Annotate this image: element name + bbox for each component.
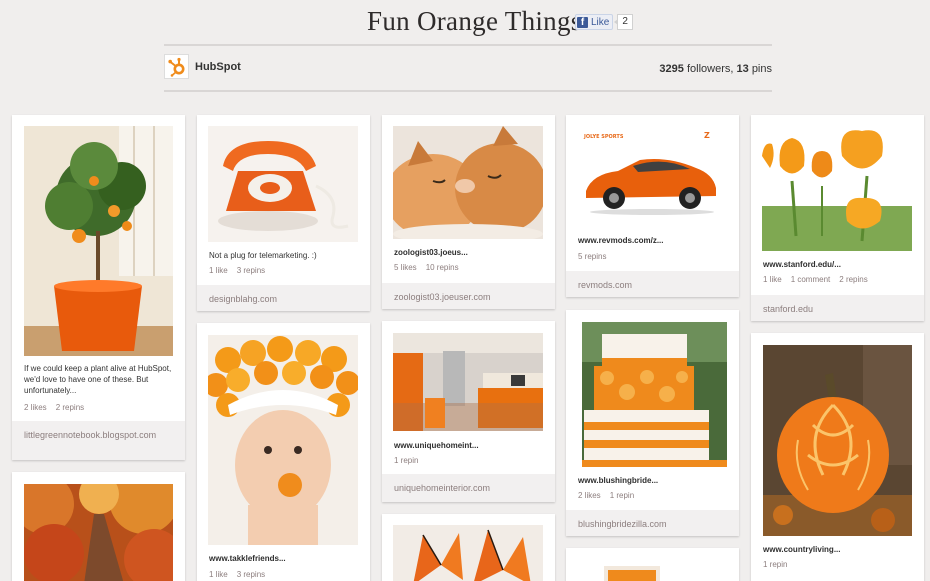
- pins-count: 13: [736, 63, 749, 75]
- comment-count: 1 comment: [790, 275, 831, 284]
- facebook-like-widget: f Like 2: [575, 14, 633, 30]
- repin-count: 2 repins: [55, 403, 85, 412]
- pin-description: www.stanford.edu/...: [763, 260, 841, 269]
- orange-tulips-image[interactable]: [762, 126, 912, 251]
- divider: [164, 90, 772, 92]
- pin-stats: 1 repin: [394, 456, 418, 465]
- pin-description: www.countryliving...: [763, 545, 841, 554]
- like-count: 1 like: [763, 275, 782, 284]
- pin-card[interactable]: JOLYE SPORTS Z www.revmods.com/z... 5 re…: [566, 115, 739, 297]
- pin-source[interactable]: zoologist03.joeuser.com: [382, 283, 555, 309]
- pin-card[interactable]: www.takklefriends... 1 like 3 repins: [197, 323, 370, 581]
- repin-count: 3 repins: [236, 266, 266, 275]
- like-label: Like: [591, 16, 610, 28]
- orange-object-image[interactable]: [604, 566, 660, 581]
- pin-card[interactable]: zoologist03.joeus... 5 likes 10 repins zo…: [382, 115, 555, 309]
- pin-source[interactable]: stanford.edu: [751, 295, 924, 321]
- board-owner[interactable]: HubSpot: [164, 54, 241, 79]
- repin-count: 1 repin: [394, 456, 419, 465]
- pin-description: Not a plug for telemarketing. :): [209, 251, 317, 260]
- pin-card[interactable]: [12, 472, 185, 581]
- pin-description: www.takklefriends...: [209, 554, 286, 563]
- orange-tree-image[interactable]: [24, 126, 173, 356]
- pin-stats: 1 repin: [763, 560, 787, 569]
- facebook-icon: f: [577, 16, 588, 28]
- pin-card[interactable]: www.stanford.edu/... 1 like 1 comment 2 re…: [751, 115, 924, 321]
- repin-count: 10 repins: [425, 263, 459, 272]
- baby-oranges-image[interactable]: [208, 335, 358, 545]
- like-count: 1 like: [209, 266, 228, 275]
- repin-count: 1 repin: [609, 491, 635, 500]
- autumn-path-image[interactable]: [24, 484, 173, 581]
- pin-stats: 2 likes 1 repin: [578, 491, 634, 500]
- followers-count: 3295: [659, 63, 684, 75]
- carved-pumpkin-image[interactable]: [763, 345, 912, 536]
- source-link[interactable]: stanford.edu: [763, 304, 813, 314]
- owner-name[interactable]: HubSpot: [195, 61, 241, 73]
- repin-count: 2 repins: [839, 275, 868, 284]
- pin-card[interactable]: Not a plug for telemarketing. :) 1 like 3…: [197, 115, 370, 311]
- svg-text:JOLYE SPORTS: JOLYE SPORTS: [583, 134, 624, 140]
- pin-source[interactable]: designblahg.com: [197, 285, 370, 311]
- source-link[interactable]: revmods.com: [578, 280, 632, 290]
- pin-stats: 5 likes 10 repins: [394, 263, 459, 272]
- source-link[interactable]: uniquehomeinterior.com: [394, 483, 490, 493]
- svg-text:Z: Z: [704, 131, 710, 140]
- like-count: 2 likes: [24, 403, 47, 412]
- source-link[interactable]: designblahg.com: [209, 294, 277, 304]
- like-count: 5 likes: [394, 263, 417, 272]
- divider: [164, 44, 772, 46]
- pin-card[interactable]: www.blushingbride... 2 likes 1 repin blus…: [566, 310, 739, 536]
- butterflies-image[interactable]: [393, 525, 543, 581]
- pin-description: If we could keep a plant alive at HubSpo…: [24, 364, 172, 395]
- repin-count: 1 repin: [763, 560, 788, 569]
- orange-kitchen-image[interactable]: [393, 333, 543, 431]
- repin-count: 5 repins: [578, 252, 607, 261]
- hubspot-logo-icon[interactable]: [164, 54, 189, 79]
- like-count: 2 likes: [578, 491, 601, 500]
- source-link[interactable]: blushingbridezilla.com: [578, 519, 667, 529]
- pin-description: www.revmods.com/z...: [578, 236, 664, 245]
- facebook-like-button[interactable]: f Like: [575, 14, 614, 30]
- pin-card[interactable]: www.uniquehomeint... 1 repin uniquehomei…: [382, 321, 555, 502]
- pin-source[interactable]: revmods.com: [566, 271, 739, 297]
- orange-car-image[interactable]: JOLYE SPORTS Z: [578, 126, 726, 227]
- pin-card[interactable]: [566, 548, 739, 581]
- pin-stats: 2 likes 2 repins: [24, 403, 84, 412]
- pin-description: zoologist03.joeus...: [394, 248, 468, 257]
- like-count: 1 like: [209, 570, 228, 579]
- pin-source[interactable]: blushingbridezilla.com: [566, 510, 739, 536]
- pins-label: pins: [751, 63, 772, 75]
- pin-source[interactable]: uniquehomeinterior.com: [382, 474, 555, 502]
- orange-telephone-image[interactable]: [208, 126, 358, 242]
- pin-description: www.uniquehomeint...: [394, 441, 479, 450]
- pin-card[interactable]: [382, 514, 555, 581]
- source-link[interactable]: littlegreennotebook.blogspot.com: [24, 430, 156, 440]
- pin-stats: 1 like 1 comment 2 repins: [763, 275, 868, 284]
- pin-description: www.blushingbride...: [578, 476, 659, 485]
- board-stats: 3295 followers, 13 pins: [659, 63, 772, 75]
- board-header: Fun Orange Things f Like 2: [0, 0, 930, 44]
- kittens-image[interactable]: [393, 126, 543, 239]
- repin-count: 3 repins: [236, 570, 266, 579]
- pin-source[interactable]: littlegreennotebook.blogspot.com: [12, 421, 185, 460]
- pin-stats: 1 like 3 repins: [209, 570, 265, 579]
- pin-card[interactable]: www.countryliving... 1 repin: [751, 333, 924, 581]
- source-link[interactable]: zoologist03.joeuser.com: [394, 292, 491, 302]
- pin-stats: 5 repins: [578, 252, 606, 261]
- board-title: Fun Orange Things: [367, 6, 582, 36]
- like-count: 2: [614, 14, 633, 30]
- pin-stats: 1 like 3 repins: [209, 266, 265, 275]
- orange-cake-image[interactable]: [582, 322, 727, 467]
- pin-card[interactable]: If we could keep a plant alive at HubSpo…: [12, 115, 185, 460]
- followers-label: followers,: [686, 63, 734, 75]
